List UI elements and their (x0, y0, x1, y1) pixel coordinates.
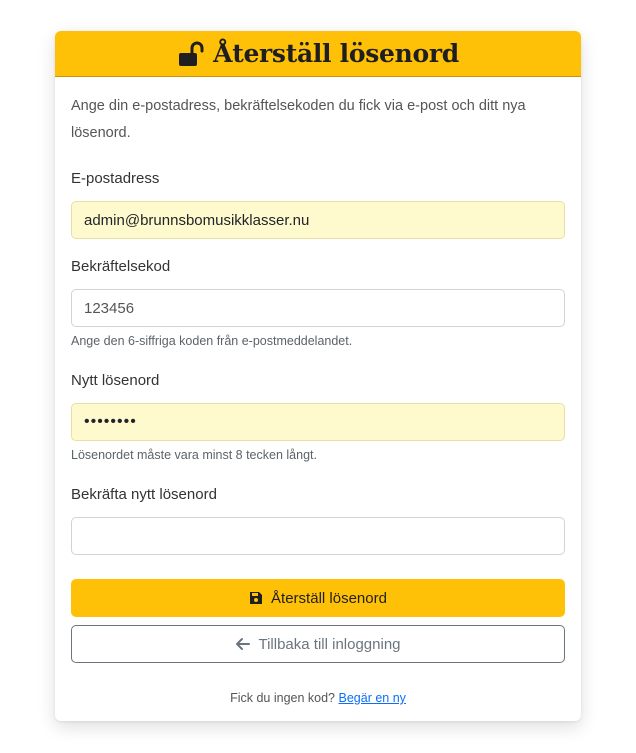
reset-password-button[interactable]: Återställ lösenord (71, 579, 565, 617)
arrow-left-icon (235, 637, 251, 651)
back-to-login-label: Tillbaka till inloggning (258, 635, 401, 653)
resend-code-link[interactable]: Begär en ny (339, 691, 406, 705)
page-title: Återställ lösenord (213, 39, 459, 68)
new-password-label: Nytt lösenord (71, 372, 160, 389)
confirm-password-field[interactable] (71, 517, 565, 555)
unlock-icon (177, 40, 205, 68)
intro-text: Ange din e-postadress, bekräftelsekoden … (71, 98, 526, 141)
confirm-password-label: Bekräfta nytt lösenord (71, 486, 217, 503)
code-label: Bekräftelsekod (71, 258, 171, 275)
reset-password-card: Återställ lösenord Ange din e-postadress… (55, 31, 581, 721)
email-label: E-postadress (71, 170, 160, 187)
resend-code-text: Fick du ingen kod? (230, 691, 336, 705)
password-help-text: Lösenordet måste vara minst 8 tecken lån… (71, 448, 317, 462)
reset-password-button-label: Återställ lösenord (271, 589, 387, 607)
save-icon (249, 591, 263, 605)
email-field[interactable]: admin@brunnsbomusikklasser.nu (71, 201, 565, 239)
new-password-field[interactable]: •••••••• (71, 403, 565, 441)
code-help-text: Ange den 6-siffriga koden från e-postmed… (71, 334, 353, 348)
code-field[interactable]: 123456 (71, 289, 565, 327)
resend-code-row: Fick du ingen kod? Begär en ny (71, 691, 565, 705)
card-header: Återställ lösenord (55, 31, 581, 77)
back-to-login-button[interactable]: Tillbaka till inloggning (71, 625, 565, 663)
